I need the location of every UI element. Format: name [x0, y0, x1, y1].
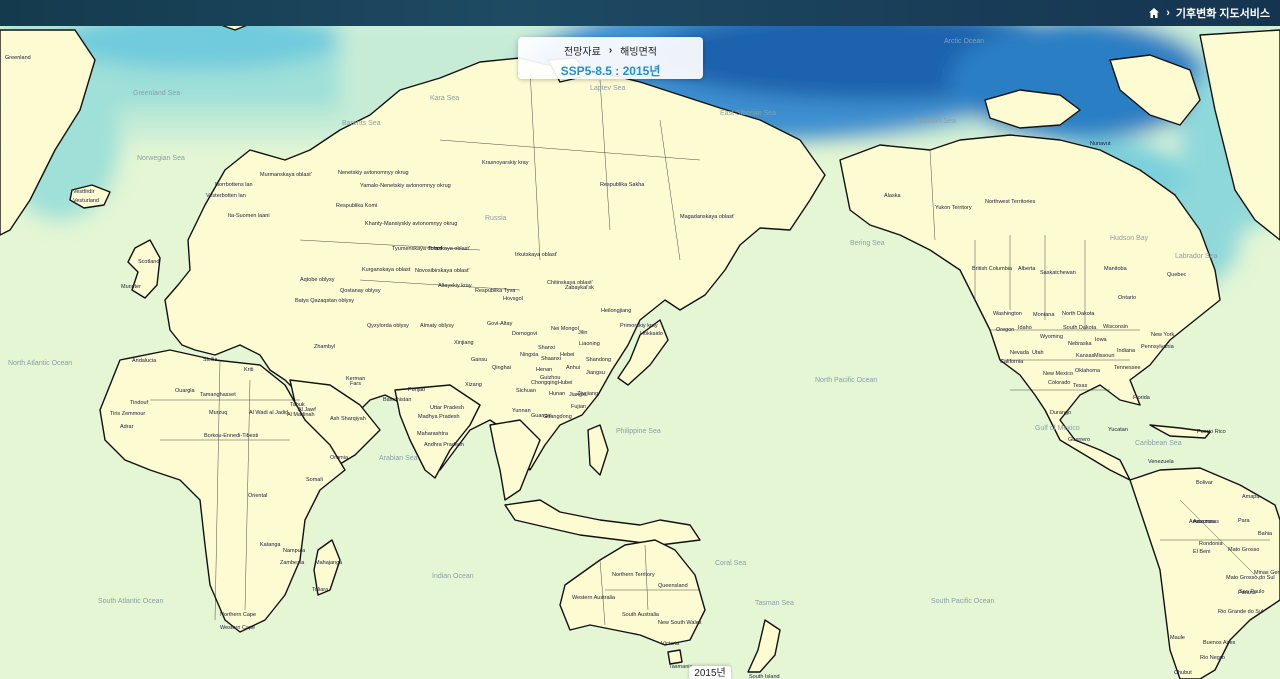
ocean-label: Arabian Sea: [379, 455, 418, 462]
layer-info-panel: 전망자료 › 해빙면적 SSP5-8.5 : 2015년: [518, 37, 703, 79]
ocean-label: Gulf of Mexico: [1035, 425, 1080, 432]
ocean-label: Greenland Sea: [133, 90, 181, 97]
ocean-label: East Siberian Sea: [720, 110, 777, 117]
map-application: Greenland Krasnoyarskiy kray Respublika Sa…: [0, 0, 1280, 679]
home-icon[interactable]: [1148, 7, 1160, 19]
scenario-title: SSP5-8.5 : 2015년: [560, 64, 661, 78]
ocean-label: Arctic Ocean: [944, 38, 985, 45]
ocean-label: Coral Sea: [715, 560, 747, 567]
breadcrumb: › 기후변화 지도서비스: [1148, 5, 1270, 21]
ocean-label: Philippine Sea: [616, 428, 661, 435]
ocean-label: Norwegian Sea: [137, 155, 185, 162]
layer-path: 전망자료 › 해빙면적: [518, 43, 703, 58]
tasmania[interactable]: [667, 649, 683, 665]
ocean-label: Russia: [485, 215, 507, 222]
ocean-label: Indian Ocean: [432, 573, 474, 580]
ocean-label: Beaufort Sea: [915, 118, 956, 125]
ocean-label: Bering Sea: [850, 240, 885, 247]
ocean-label: Laptev Sea: [590, 85, 626, 92]
layer-subcategory: 해빙면적: [620, 47, 657, 58]
chevron-right-icon: ›: [608, 45, 613, 56]
ocean-label: Tasman Sea: [755, 600, 794, 607]
ocean-label: North Atlantic Ocean: [8, 360, 73, 367]
timeline-year-tab[interactable]: 2015년: [689, 666, 731, 679]
chevron-right-icon: ›: [1166, 7, 1170, 19]
ocean-label: Kara Sea: [430, 95, 460, 102]
ocean-label: Barents Sea: [342, 120, 381, 127]
world-map[interactable]: [0, 0, 1280, 679]
ocean-label: Labrador Sea: [1175, 253, 1218, 260]
ocean-label: South Atlantic Ocean: [98, 598, 164, 605]
ocean-label: North Pacific Ocean: [815, 377, 878, 384]
ocean-label: Hudson Bay: [1110, 235, 1149, 242]
service-title[interactable]: 기후변화 지도서비스: [1176, 5, 1270, 21]
top-navigation-bar: › 기후변화 지도서비스: [0, 0, 1280, 26]
layer-category: 전망자료: [564, 47, 601, 58]
ocean-label: Caribbean Sea: [1135, 440, 1182, 447]
ocean-label: South Pacific Ocean: [931, 598, 995, 605]
